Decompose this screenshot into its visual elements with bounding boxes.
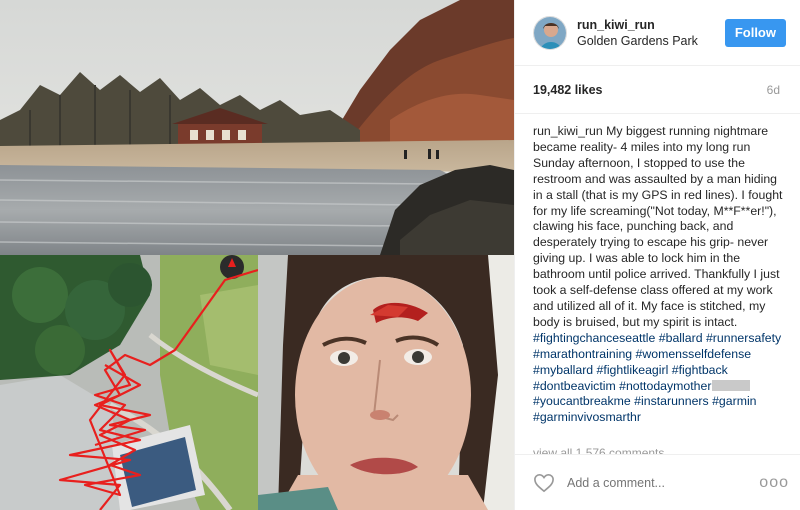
gps-map-image (0, 255, 258, 510)
injured-face-photo (258, 255, 514, 510)
caption-text: run_kiwi_run My biggest running nightmar… (533, 124, 783, 426)
post-stats: 19,482 likes 6d (515, 66, 800, 114)
post-header: run_kiwi_run Golden Gardens Park Follow (515, 0, 800, 66)
post-author: run_kiwi_run Golden Gardens Park (577, 17, 725, 49)
caption-area[interactable]: run_kiwi_run My biggest running nightmar… (515, 114, 800, 452)
heart-outline-icon[interactable] (533, 473, 555, 493)
likes-count[interactable]: 19,482 likes (533, 83, 603, 97)
post-timestamp[interactable]: 6d (767, 83, 780, 97)
post-details-panel: run_kiwi_run Golden Gardens Park Follow … (514, 0, 800, 510)
redacted-block (712, 379, 751, 391)
beach-photo (0, 0, 514, 255)
hashtags-after-redaction[interactable]: #youcantbreakme #instarunners #garmin #g… (533, 394, 757, 424)
add-comment-input[interactable] (567, 475, 760, 490)
follow-button[interactable]: Follow (724, 18, 786, 47)
caption-username[interactable]: run_kiwi_run (533, 124, 603, 138)
instagram-post-window: run_kiwi_run Golden Gardens Park Follow … (0, 0, 800, 510)
comment-bar: ooo (515, 454, 800, 510)
location-link[interactable]: Golden Gardens Park (577, 33, 725, 49)
caption-body: My biggest running nightmare became real… (533, 124, 783, 329)
view-all-comments-link[interactable]: view all 1,576 comments (533, 445, 664, 454)
more-options-icon[interactable]: ooo (759, 474, 789, 492)
avatar[interactable] (533, 15, 567, 50)
username-link[interactable]: run_kiwi_run (577, 17, 725, 33)
post-media[interactable] (0, 0, 514, 510)
